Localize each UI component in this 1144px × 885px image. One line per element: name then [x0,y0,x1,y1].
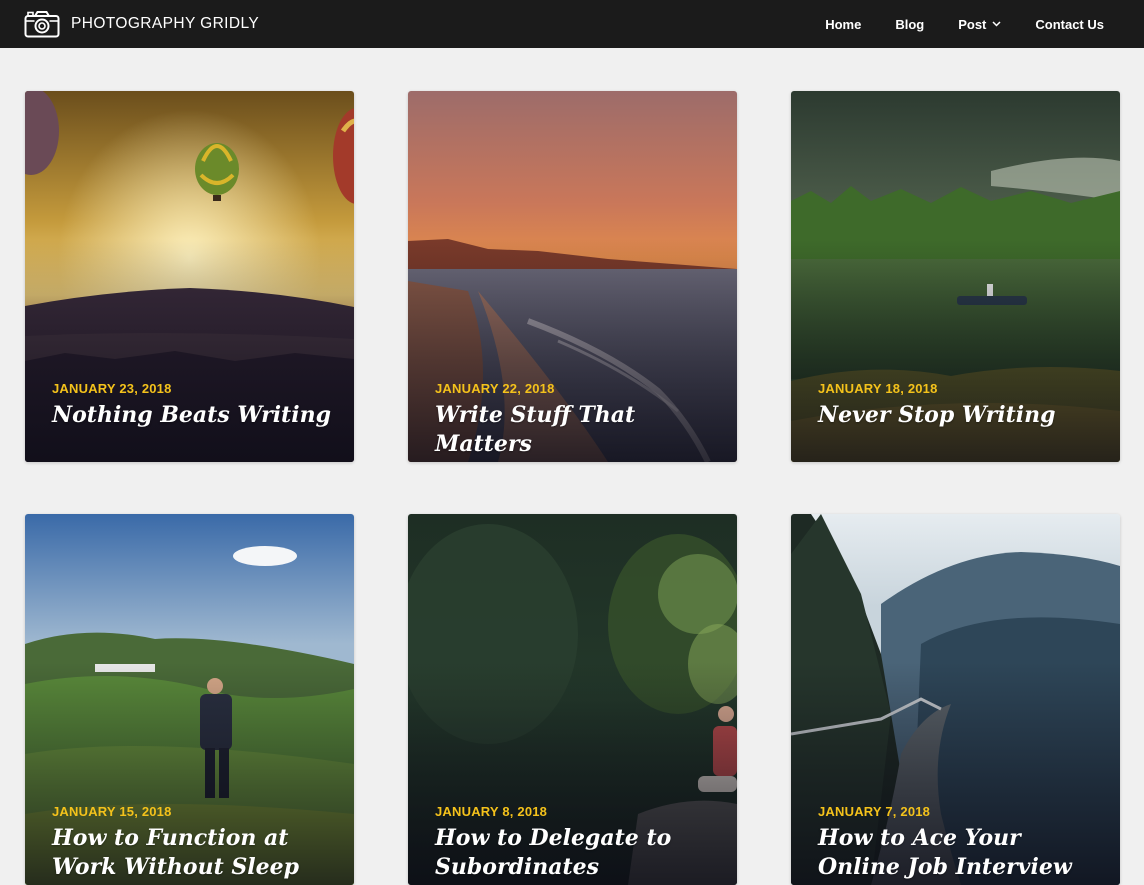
top-navigation-bar: PHOTOGRAPHY GRIDLY Home Blog Post Contac… [0,0,1144,48]
nav-contact-link[interactable]: Contact Us [1035,17,1104,32]
post-card[interactable]: JANUARY 23, 2018 Nothing Beats Writing [25,91,354,462]
post-title-link[interactable]: How to Function at Work Without Sleep [52,824,334,882]
post-card[interactable]: JANUARY 18, 2018 Never Stop Writing [791,91,1120,462]
post-date: JANUARY 22, 2018 [435,381,555,396]
post-meta: JANUARY 23, 2018 Nothing Beats Writing [52,381,334,430]
post-date: JANUARY 23, 2018 [52,381,172,396]
post-meta: JANUARY 18, 2018 Never Stop Writing [818,381,1100,430]
nav-post-dropdown[interactable]: Post [958,17,1001,32]
post-date: JANUARY 7, 2018 [818,804,931,819]
post-card[interactable]: JANUARY 7, 2018 How to Ace Your Online J… [791,514,1120,885]
post-card[interactable]: JANUARY 8, 2018 How to Delegate to Subor… [408,514,737,885]
post-title-link[interactable]: Nothing Beats Writing [52,401,334,430]
post-date: JANUARY 8, 2018 [435,804,548,819]
chevron-down-icon [992,21,1001,27]
post-title-link[interactable]: Write Stuff That Matters [435,401,717,459]
post-meta: JANUARY 15, 2018 How to Function at Work… [52,804,334,882]
post-card[interactable]: JANUARY 22, 2018 Write Stuff That Matter… [408,91,737,462]
site-title: PHOTOGRAPHY GRIDLY [71,15,260,32]
nav-post-label: Post [958,16,987,32]
main-menu: Home Blog Post Contact Us [825,17,1120,32]
post-title-link[interactable]: How to Delegate to Subordinates [435,824,717,882]
post-date: JANUARY 18, 2018 [818,381,938,396]
post-title-link[interactable]: How to Ace Your Online Job Interview [818,824,1100,882]
nav-blog-link[interactable]: Blog [895,17,924,32]
camera-icon [24,11,60,38]
post-card[interactable]: JANUARY 15, 2018 How to Function at Work… [25,514,354,885]
post-title-link[interactable]: Never Stop Writing [818,401,1100,430]
nav-home-link[interactable]: Home [825,17,861,32]
post-meta: JANUARY 7, 2018 How to Ace Your Online J… [818,804,1100,882]
post-date: JANUARY 15, 2018 [52,804,172,819]
post-meta: JANUARY 8, 2018 How to Delegate to Subor… [435,804,717,882]
post-meta: JANUARY 22, 2018 Write Stuff That Matter… [435,381,717,459]
site-logo-link[interactable]: PHOTOGRAPHY GRIDLY [24,10,259,38]
post-grid: JANUARY 23, 2018 Nothing Beats Writing J… [25,91,1120,885]
